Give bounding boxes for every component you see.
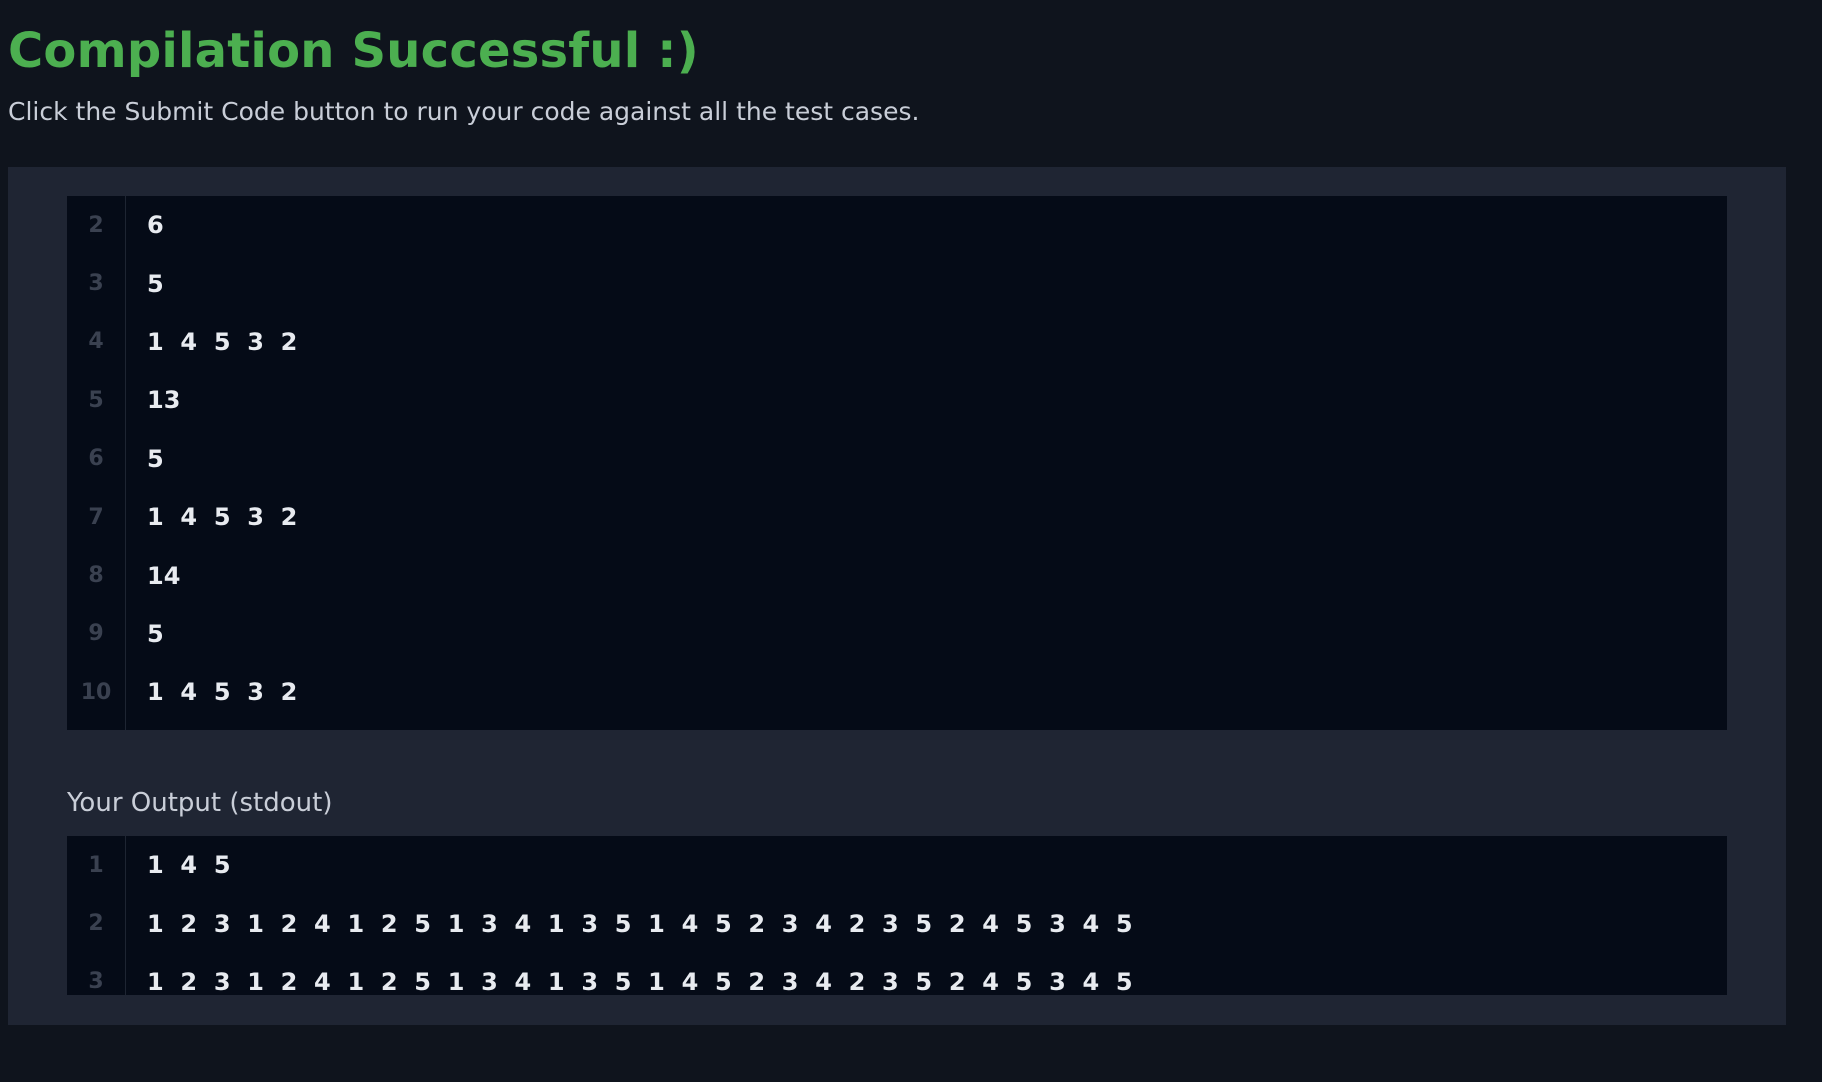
input-line: 5 13 xyxy=(67,371,1727,429)
line-text: 1 2 3 1 2 4 1 2 5 1 3 4 1 3 5 1 4 5 2 3 … xyxy=(147,967,1133,995)
output-section-label: Your Output (stdout) xyxy=(67,788,333,818)
line-number: 8 xyxy=(88,563,104,589)
output-line: 1 1 4 5 xyxy=(67,836,1727,894)
line-number: 3 xyxy=(88,969,104,995)
line-text: 13 xyxy=(147,386,181,415)
input-line: 4 1 4 5 3 2 xyxy=(67,313,1727,371)
line-text: 5 xyxy=(147,444,164,473)
input-line: 3 5 xyxy=(67,254,1727,312)
line-number: 7 xyxy=(88,504,104,530)
line-text: 6 xyxy=(147,211,164,240)
line-number: 2 xyxy=(88,212,104,238)
output-code-block[interactable]: 1 1 4 5 2 1 2 3 1 2 4 1 2 5 1 3 4 1 3 5 … xyxy=(67,836,1727,995)
line-text: 14 xyxy=(147,561,181,590)
output-line: 3 1 2 3 1 2 4 1 2 5 1 3 4 1 3 5 1 4 5 2 … xyxy=(67,953,1727,995)
line-number: 2 xyxy=(88,911,104,937)
submit-hint-text: Click the Submit Code button to run your… xyxy=(8,97,920,126)
input-line: 9 5 xyxy=(67,605,1727,663)
line-number: 6 xyxy=(88,446,104,472)
input-line: 10 1 4 5 3 2 xyxy=(67,663,1727,721)
output-line: 2 1 2 3 1 2 4 1 2 5 1 3 4 1 3 5 1 4 5 2 … xyxy=(67,894,1727,952)
input-line: 2 6 xyxy=(67,196,1727,254)
line-number: 1 xyxy=(88,852,104,878)
line-number: 4 xyxy=(88,329,104,355)
input-line: 8 14 xyxy=(67,546,1727,604)
input-code-block[interactable]: 2 6 3 5 4 1 4 5 3 2 5 13 6 5 7 1 4 5 3 2… xyxy=(67,196,1727,730)
line-text: 5 xyxy=(147,619,164,648)
line-number: 9 xyxy=(88,621,104,647)
line-text: 1 4 5 xyxy=(147,851,231,880)
line-number: 3 xyxy=(88,271,104,297)
compilation-status-title: Compilation Successful :) xyxy=(8,23,699,79)
line-text: 1 4 5 3 2 xyxy=(147,503,298,532)
line-text: 1 4 5 3 2 xyxy=(147,327,298,356)
line-number: 10 xyxy=(80,679,112,705)
line-number: 5 xyxy=(88,387,104,413)
input-line: 6 5 xyxy=(67,430,1727,488)
test-case-panel: 2 6 3 5 4 1 4 5 3 2 5 13 6 5 7 1 4 5 3 2… xyxy=(8,167,1786,1025)
input-line: 7 1 4 5 3 2 xyxy=(67,488,1727,546)
line-text: 5 xyxy=(147,269,164,298)
result-header: Compilation Successful :) Click the Subm… xyxy=(8,18,919,128)
line-text: 1 2 3 1 2 4 1 2 5 1 3 4 1 3 5 1 4 5 2 3 … xyxy=(147,909,1133,938)
line-text: 1 4 5 3 2 xyxy=(147,678,298,707)
